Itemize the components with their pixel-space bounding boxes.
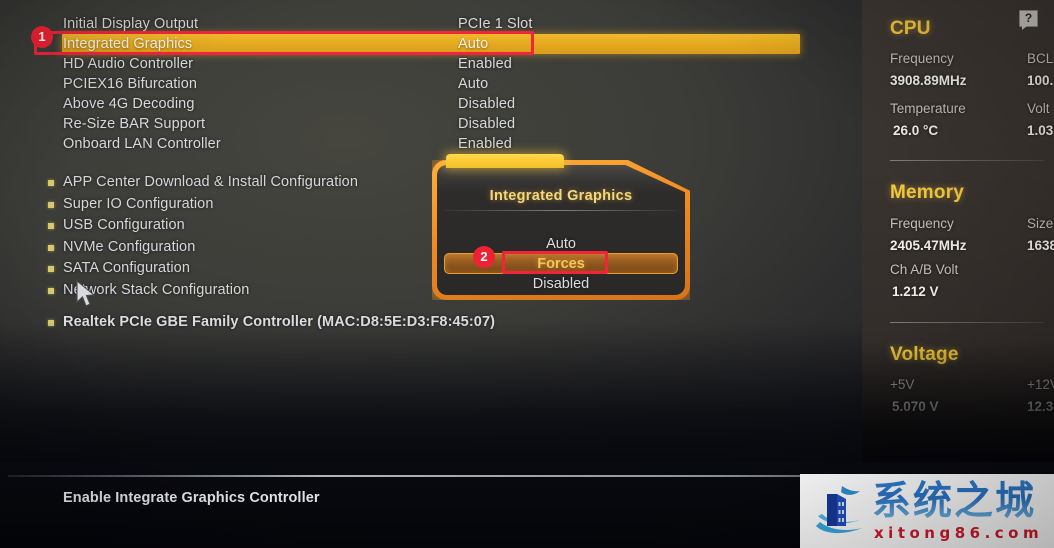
setting-value: Disabled xyxy=(458,96,516,112)
setting-label: PCIEX16 Bifurcation xyxy=(63,76,198,92)
popup-option-label: Disabled xyxy=(532,276,590,292)
annotation-badge-1: 1 xyxy=(31,26,53,48)
submenu-item-label: Super IO Configuration xyxy=(63,195,214,212)
annotation-badge-2: 2 xyxy=(473,246,495,268)
cpu-frequency-value: 3908.89MHz xyxy=(890,73,967,88)
annotation-box-1 xyxy=(34,31,534,55)
popup-top-tab xyxy=(446,154,564,168)
sidebar-section-title-cpu: CPU xyxy=(890,18,931,39)
setting-label: HD Audio Controller xyxy=(63,56,194,72)
memory-frequency-label: Frequency xyxy=(890,216,954,231)
popup-option-disabled[interactable]: Disabled xyxy=(432,274,690,294)
sidebar-section-title-voltage: Voltage xyxy=(890,344,959,365)
setting-row-pciex16-bifurcation[interactable]: PCIEX16 Bifurcation Auto xyxy=(0,74,862,94)
cpu-temperature-value: 26.0 °C xyxy=(893,123,939,138)
setting-value: Enabled xyxy=(458,56,512,72)
setting-row-onboard-lan-controller[interactable]: Onboard LAN Controller Enabled xyxy=(0,134,862,154)
setting-value: Disabled xyxy=(458,116,516,132)
popup-option-label: Auto xyxy=(546,236,576,252)
bios-screen: Initial Display Output PCIe 1 Slot Integ… xyxy=(0,0,1054,548)
cpu-voltage-label: Volt xyxy=(1027,101,1050,116)
cpu-bclk-value: 100. xyxy=(1027,73,1054,88)
watermark-cn-text: 系统之城 xyxy=(872,479,1037,524)
sidebar-section-title-memory: Memory xyxy=(890,182,965,203)
memory-size-label: Size xyxy=(1027,216,1054,231)
setting-label: Above 4G Decoding xyxy=(63,96,195,112)
help-icon[interactable]: ? xyxy=(1019,10,1038,30)
popup-divider xyxy=(443,210,679,211)
popup-title: Integrated Graphics xyxy=(489,188,633,204)
setting-row-above-4g-decoding[interactable]: Above 4G Decoding Disabled xyxy=(0,94,862,114)
voltage-5v-label: +5V xyxy=(890,377,915,392)
bullet-icon xyxy=(48,320,54,326)
memory-size-value: 1638 xyxy=(1027,238,1054,253)
voltage-12v-value: 12.38 xyxy=(1027,399,1054,414)
memory-chab-volt-value: 1.212 V xyxy=(892,284,939,299)
submenu-item-label: Realtek PCIe GBE Family Controller (MAC:… xyxy=(63,314,496,330)
watermark-logo-icon xyxy=(816,486,862,534)
setting-value: Enabled xyxy=(458,136,512,152)
submenu-item-label: SATA Configuration xyxy=(63,260,190,276)
integrated-graphics-popup[interactable]: Integrated Graphics Auto Forces Disabled xyxy=(432,154,690,300)
bullet-icon xyxy=(48,287,54,294)
sidebar-divider xyxy=(890,160,1044,161)
setting-label: Onboard LAN Controller xyxy=(63,136,221,152)
setting-value: Auto xyxy=(458,76,489,92)
setting-label: Re-Size BAR Support xyxy=(63,116,206,132)
setting-row-hd-audio-controller[interactable]: HD Audio Controller Enabled xyxy=(0,54,862,74)
sidebar-divider xyxy=(890,322,1044,323)
memory-chab-volt-label: Ch A/B Volt xyxy=(890,262,959,277)
mouse-cursor xyxy=(76,280,96,307)
bullet-icon xyxy=(48,266,54,272)
hardware-info-sidebar: CPU Frequency 3908.89MHz BCL 100. Temper… xyxy=(862,0,1054,462)
cpu-voltage-value: 1.03 xyxy=(1027,123,1054,138)
bullet-icon xyxy=(48,244,54,251)
submenu-item-label: USB Configuration xyxy=(63,217,185,233)
voltage-5v-value: 5.070 V xyxy=(892,399,939,414)
watermark-en-text: xitong86.com xyxy=(874,524,1044,542)
setting-description-text: Enable Integrate Graphics Controller xyxy=(63,490,320,506)
cpu-frequency-label: Frequency xyxy=(890,51,954,66)
submenu-item-realtek-controller[interactable]: Realtek PCIe GBE Family Controller (MAC:… xyxy=(0,312,520,334)
bullet-icon xyxy=(48,201,54,208)
submenu-item-label: APP Center Download & Install Configurat… xyxy=(63,174,359,190)
annotation-box-2 xyxy=(502,251,608,274)
submenu-item-label: NVMe Configuration xyxy=(63,238,196,255)
memory-frequency-value: 2405.47MHz xyxy=(890,238,967,253)
settings-panel: Initial Display Output PCIe 1 Slot Integ… xyxy=(0,0,862,462)
bullet-icon xyxy=(48,180,54,186)
watermark: 系统之城 xitong86.com xyxy=(800,474,1054,548)
voltage-12v-label: +12V xyxy=(1027,377,1054,392)
cpu-bclk-label: BCL xyxy=(1027,51,1054,66)
bullet-icon xyxy=(48,223,54,229)
setting-row-resize-bar-support[interactable]: Re-Size BAR Support Disabled xyxy=(0,114,862,134)
cpu-temperature-label: Temperature xyxy=(890,101,966,116)
